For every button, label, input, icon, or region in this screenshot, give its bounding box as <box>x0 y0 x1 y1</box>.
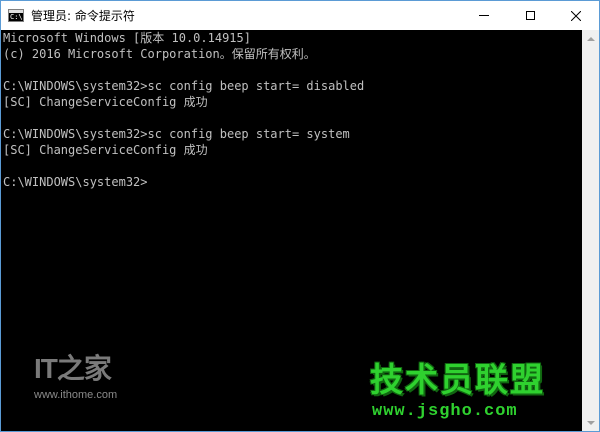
close-button[interactable] <box>553 1 599 30</box>
close-icon <box>571 10 581 21</box>
jsgho-watermark: 技术员联盟 www.jsgho.com <box>370 360 570 422</box>
title-bar[interactable]: C:\ 管理员: 命令提示符 <box>1 1 599 30</box>
console-line: (c) 2016 Microsoft Corporation。保留所有权利。 <box>3 47 316 61</box>
ithome-watermark: IT之家 www.ithome.com <box>34 355 144 405</box>
scroll-down-button[interactable] <box>582 414 599 431</box>
console-line: C:\WINDOWS\system32>sc config beep start… <box>3 79 365 93</box>
console-prompt-line[interactable]: C:\WINDOWS\system32> <box>1 174 582 190</box>
vertical-scrollbar[interactable] <box>582 30 599 431</box>
jsgho-logo: 技术员联盟 <box>370 360 545 399</box>
minimize-icon <box>479 15 489 16</box>
console-line: C:\WINDOWS\system32>sc config beep start… <box>3 127 350 141</box>
minimize-button[interactable] <box>461 1 507 30</box>
console-line: [SC] ChangeServiceConfig 成功 <box>3 143 208 157</box>
window-title: 管理员: 命令提示符 <box>31 9 135 23</box>
maximize-button[interactable] <box>507 1 553 30</box>
arrow-up-icon <box>586 36 595 41</box>
ithome-logo: IT之家 <box>34 353 112 384</box>
ithome-url: www.ithome.com <box>34 389 118 401</box>
cmd-icon[interactable]: C:\ <box>8 9 24 22</box>
scroll-up-button[interactable] <box>582 30 599 47</box>
console-line: Microsoft Windows [版本 10.0.14915] <box>3 31 251 45</box>
maximize-icon <box>525 11 535 20</box>
arrow-down-icon <box>586 420 595 425</box>
console-line: [SC] ChangeServiceConfig 成功 <box>3 95 208 109</box>
jsgho-url: www.jsgho.com <box>372 402 518 421</box>
window-controls <box>461 1 599 30</box>
